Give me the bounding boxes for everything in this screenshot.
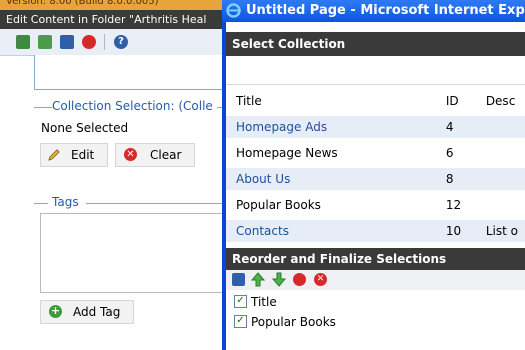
add-tag-button[interactable]: + Add Tag	[40, 300, 134, 324]
edit-label: Edit	[71, 148, 95, 162]
table-row[interactable]: Contacts 10 List o	[226, 220, 525, 242]
ie-popup-window: Untitled Page - Microsoft Internet Explo…	[222, 0, 525, 350]
selection-item[interactable]: ✓ Popular Books	[234, 313, 336, 331]
version-text: Version: 8.00 (Build 8.0.0.005)	[0, 0, 226, 10]
table-row[interactable]: Popular Books 12	[226, 194, 525, 216]
collection-none-selected: None Selected	[41, 121, 129, 135]
ie-content-area: Select Collection Title ID Desc Homepage…	[226, 22, 525, 350]
table-row[interactable]: About Us 8	[226, 168, 525, 190]
tags-area[interactable]	[40, 213, 226, 293]
collection-desc	[478, 194, 525, 216]
collection-desc	[477, 168, 525, 190]
tags-fieldset-border	[34, 203, 48, 204]
collection-selection-legend: Collection Selection: (Colle	[52, 99, 217, 113]
clear-icon: ✕	[124, 148, 137, 161]
tags-legend: Tags	[52, 195, 83, 209]
column-header-title: Title	[236, 94, 262, 108]
help-icon[interactable]: ?	[114, 35, 128, 49]
selection-label: Title	[251, 295, 277, 309]
add-icon: +	[49, 304, 62, 318]
ie-title-bar[interactable]: Untitled Page - Microsoft Internet Explo…	[222, 0, 525, 22]
save-icon[interactable]	[232, 273, 245, 286]
column-header-desc: Desc	[485, 94, 516, 108]
checkin-icon[interactable]	[38, 35, 52, 49]
collection-link[interactable]: Homepage Ads	[236, 120, 327, 134]
collection-link[interactable]: Popular Books	[236, 198, 321, 212]
ie-window-title: Untitled Page - Microsoft Internet Explo…	[246, 3, 525, 18]
edit-content-header: Edit Content in Folder "Arthritis Heal	[0, 10, 226, 29]
remove-all-icon[interactable]: ✕	[314, 273, 327, 286]
collection-desc	[477, 116, 525, 138]
save-icon[interactable]	[60, 35, 74, 49]
move-up-icon[interactable]	[250, 272, 266, 287]
pencil-icon	[47, 147, 61, 161]
collection-link[interactable]: Homepage News	[236, 146, 338, 160]
collection-desc	[478, 142, 525, 164]
ie-logo-icon	[226, 3, 241, 18]
add-tag-label: Add Tag	[73, 305, 121, 319]
edit-toolbar: ?	[0, 29, 226, 56]
search-strip	[226, 56, 525, 85]
selection-item[interactable]: ✓ Title	[234, 293, 277, 311]
table-header-row: Title ID Desc	[226, 90, 525, 112]
clear-label: Clear	[150, 148, 182, 162]
selection-checkbox[interactable]: ✓	[234, 315, 247, 328]
toolbar-separator	[104, 34, 105, 50]
collection-id: 4	[437, 116, 478, 138]
tags-fieldset-border-top	[86, 203, 226, 204]
remove-icon[interactable]	[293, 273, 306, 286]
move-down-icon[interactable]	[271, 272, 287, 287]
table-row[interactable]: Homepage News 6	[226, 142, 525, 164]
collection-id: 12	[445, 198, 462, 212]
clear-collection-button[interactable]: ✕ Clear	[115, 143, 195, 167]
collection-desc: List o	[477, 220, 525, 242]
column-header-id: ID	[445, 94, 459, 108]
collection-link[interactable]: Contacts	[236, 224, 289, 238]
collection-link[interactable]: About Us	[236, 172, 290, 186]
collection-id: 6	[445, 146, 454, 160]
edit-content-window: Version: 8.00 (Build 8.0.0.005) Edit Con…	[0, 0, 226, 350]
collection-id: 8	[437, 168, 478, 190]
content-field-box[interactable]	[34, 55, 226, 90]
table-row[interactable]: Homepage Ads 4	[226, 116, 525, 138]
collection-table: Title ID Desc Homepage Ads 4 Homepage Ne…	[226, 86, 525, 246]
selection-checkbox[interactable]: ✓	[234, 295, 247, 308]
cancel-icon[interactable]	[82, 35, 96, 49]
reorder-toolbar: ✕	[226, 270, 525, 290]
select-collection-header: Select Collection	[226, 32, 525, 56]
save-publish-icon[interactable]	[16, 35, 30, 49]
collection-id: 10	[437, 220, 478, 242]
selection-label: Popular Books	[251, 315, 336, 329]
reorder-header: Reorder and Finalize Selections	[226, 248, 525, 270]
edit-collection-button[interactable]: Edit	[40, 143, 108, 167]
